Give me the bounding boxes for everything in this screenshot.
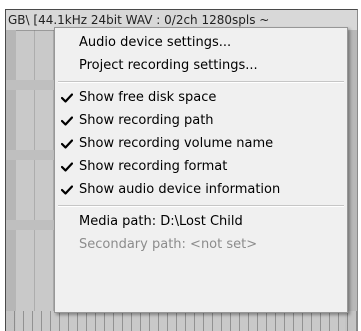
- menu-item-show-recording-volume-name[interactable]: Show recording volume name: [55, 132, 347, 155]
- menu-item-label: Show recording volume name: [79, 136, 274, 151]
- menu-item-label: Secondary path: <not set>: [79, 237, 258, 252]
- checkmark-icon: [61, 86, 73, 109]
- checkmark-icon: [61, 109, 73, 132]
- menu-item-project-recording-settings[interactable]: Project recording settings...: [55, 54, 347, 77]
- recording-status-text: GB\ [44.1kHz 24bit WAV : 0/2ch 1280spls …: [8, 13, 270, 27]
- menu-item-label: Audio device settings...: [79, 35, 232, 50]
- track-panel-edge: [6, 30, 16, 331]
- checkmark-icon: [61, 132, 73, 155]
- menu-item-show-recording-path[interactable]: Show recording path: [55, 109, 347, 132]
- menu-item-label: Project recording settings...: [79, 58, 258, 73]
- menu-item-media-path[interactable]: Media path: D:\Lost Child: [55, 210, 347, 233]
- menu-item-show-free-disk-space[interactable]: Show free disk space: [55, 86, 347, 109]
- menu-item-label: Show audio device information: [79, 182, 281, 197]
- checkmark-icon: [61, 155, 73, 178]
- menu-separator: [55, 77, 347, 86]
- checkmark-icon: [61, 178, 73, 201]
- menu-item-label: Show free disk space: [79, 90, 217, 105]
- menu-item-secondary-path: Secondary path: <not set>: [55, 233, 347, 256]
- menu-item-label: Show recording format: [79, 159, 228, 174]
- menu-item-audio-device-settings[interactable]: Audio device settings...: [55, 31, 347, 54]
- menu-item-label: Media path: D:\Lost Child: [79, 214, 243, 229]
- menu-separator: [55, 201, 347, 210]
- menu-item-show-audio-device-information[interactable]: Show audio device information: [55, 178, 347, 201]
- timeline-ruler[interactable]: [6, 311, 357, 331]
- menu-item-label: Show recording path: [79, 113, 214, 128]
- context-menu: Audio device settings... Project recordi…: [54, 27, 348, 313]
- menu-item-show-recording-format[interactable]: Show recording format: [55, 155, 347, 178]
